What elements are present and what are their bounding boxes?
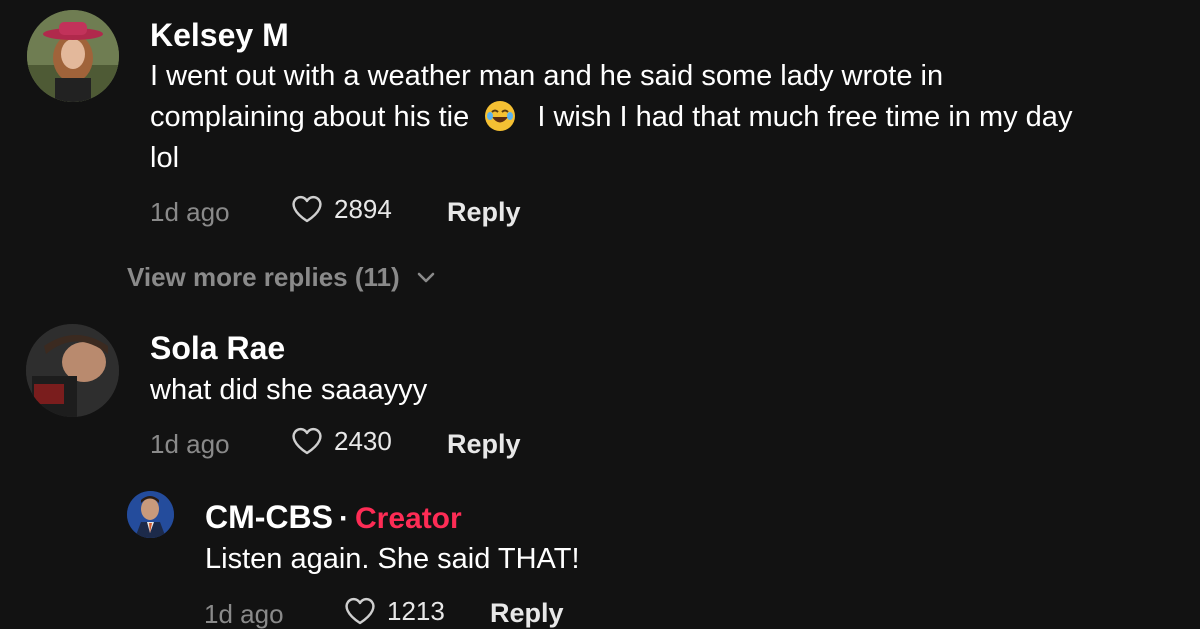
heart-icon: [345, 597, 375, 625]
creator-badge: Creator: [354, 502, 462, 535]
view-more-replies-button[interactable]: View more replies (11): [127, 262, 436, 292]
like-button[interactable]: 2430: [290, 426, 392, 456]
avatar-cmcbs-image: [127, 491, 174, 538]
avatar[interactable]: [127, 491, 174, 538]
avatar[interactable]: [26, 324, 119, 417]
comment-text-segment: complaining about his tie: [150, 101, 470, 133]
laughing-emoji-icon: [485, 101, 516, 131]
comment-text-line: I went out with a weather man and he sai…: [150, 60, 944, 92]
reply-button[interactable]: Reply: [447, 197, 521, 227]
reply-button[interactable]: Reply: [447, 429, 521, 459]
comment-username[interactable]: Sola Rae: [150, 330, 285, 366]
like-count: 2430: [334, 426, 392, 456]
heart-icon: [292, 427, 322, 455]
comment-timestamp: 1d ago: [150, 429, 230, 459]
comment-username[interactable]: Kelsey M: [150, 17, 289, 53]
view-more-replies-label: View more replies (11): [127, 262, 400, 292]
reply-timestamp: 1d ago: [204, 599, 284, 629]
like-button[interactable]: 2894: [290, 194, 392, 224]
heart-icon: [292, 195, 322, 223]
comment-text-line: lol: [150, 142, 180, 174]
reply-text: Listen again. She said THAT!: [205, 543, 580, 575]
like-count: 2894: [334, 194, 392, 224]
comment-text: what did she saaayyy: [150, 374, 428, 406]
chevron-down-icon: [417, 272, 434, 283]
comment-text: I went out with a weather man and he sai…: [150, 56, 1180, 179]
avatar[interactable]: [27, 10, 119, 102]
reply-header: CM-CBS · Creator: [205, 499, 462, 537]
separator-dot: ·: [338, 502, 349, 535]
like-count: 1213: [387, 596, 445, 626]
reply-username[interactable]: CM-CBS: [205, 499, 333, 535]
comment-text-line: complaining about his tie I wish I had t…: [150, 97, 1180, 138]
like-button[interactable]: 1213: [343, 596, 445, 626]
comment-text-segment: I wish I had that much free time in my d…: [537, 101, 1073, 133]
reply-button[interactable]: Reply: [490, 598, 564, 628]
comment-timestamp: 1d ago: [150, 197, 230, 227]
avatar-sola-image: [26, 324, 119, 417]
avatar-kelsey-image: [27, 10, 119, 102]
